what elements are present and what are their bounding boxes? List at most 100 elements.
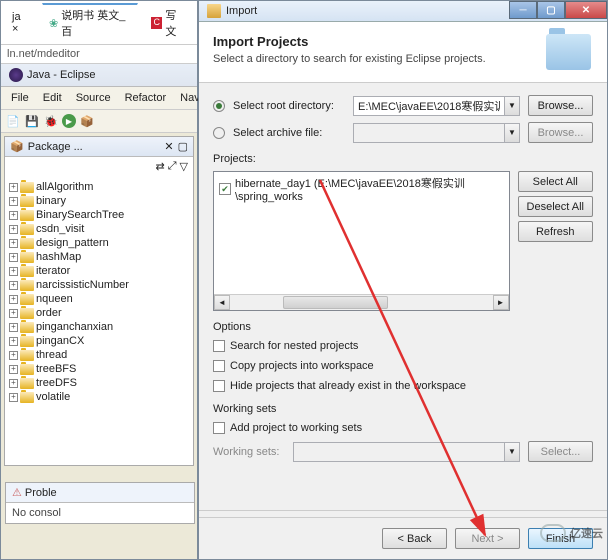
expand-icon[interactable]: + xyxy=(9,225,18,234)
expand-icon[interactable]: + xyxy=(9,393,18,402)
opt-hide-checkbox[interactable] xyxy=(213,380,225,392)
archive-radio[interactable] xyxy=(213,127,225,139)
menu-edit[interactable]: Edit xyxy=(37,90,68,106)
scroll-left-icon[interactable]: ◄ xyxy=(214,295,230,310)
tree-item[interactable]: + iterator xyxy=(7,264,191,278)
projects-list[interactable]: ✔ hibernate_day1 (E:\MEC\javaEE\2018寒假实训… xyxy=(213,171,510,311)
opt-nested-checkbox[interactable] xyxy=(213,340,225,352)
root-dir-radio[interactable] xyxy=(213,100,225,112)
browser-tab[interactable]: ja × xyxy=(5,3,36,42)
folder-icon xyxy=(20,266,34,277)
menu-source[interactable]: Source xyxy=(70,90,117,106)
run-icon[interactable]: ▶ xyxy=(62,114,76,128)
eclipse-titlebar: Java - Eclipse xyxy=(1,64,197,87)
chevron-down-icon[interactable]: ▼ xyxy=(504,123,520,143)
expand-icon[interactable]: + xyxy=(9,337,18,346)
browser-tab[interactable]: ❀说明书 英文_百 xyxy=(42,3,138,42)
problems-tab[interactable]: Proble xyxy=(25,487,57,499)
opt-copy-checkbox[interactable] xyxy=(213,360,225,372)
address-bar[interactable]: ln.net/mdeditor xyxy=(1,45,197,64)
expand-icon[interactable]: + xyxy=(9,253,18,262)
browse-root-button[interactable]: Browse... xyxy=(528,95,593,116)
h-scrollbar[interactable]: ◄ ► xyxy=(214,294,509,310)
expand-icon[interactable]: + xyxy=(9,365,18,374)
tree-item[interactable]: +csdn_visit xyxy=(7,222,191,236)
archive-combo[interactable]: ▼ xyxy=(353,123,520,143)
next-button: Next > xyxy=(455,528,520,549)
tree-item[interactable]: + design_pattern xyxy=(7,236,191,250)
expand-icon[interactable]: + xyxy=(9,183,18,192)
new-icon[interactable]: 📄 xyxy=(5,113,21,129)
tree-item[interactable]: +BinarySearchTree xyxy=(7,208,191,222)
expand-icon[interactable]: + xyxy=(9,211,18,220)
menu-bar: File Edit Source Refactor Navigat xyxy=(1,87,197,110)
console-text: No consol xyxy=(6,503,194,523)
ext-icon[interactable]: 📦 xyxy=(79,113,95,129)
workingsets-label: Working sets xyxy=(213,403,593,415)
expand-icon[interactable]: + xyxy=(9,281,18,290)
opt-hide-label: Hide projects that already exist in the … xyxy=(230,380,466,392)
scroll-right-icon[interactable]: ► xyxy=(493,295,509,310)
expand-icon[interactable]: + xyxy=(9,295,18,304)
select-all-button[interactable]: Select All xyxy=(518,171,593,192)
folder-icon xyxy=(20,308,34,319)
project-checkbox[interactable]: ✔ xyxy=(219,183,231,195)
debug-icon[interactable]: 🐞 xyxy=(43,113,59,129)
tree-item[interactable]: +allAlgorithm xyxy=(7,180,191,194)
menu-refactor[interactable]: Refactor xyxy=(119,90,173,106)
browser-tab[interactable]: C写文 xyxy=(144,3,193,42)
ws-add-checkbox[interactable] xyxy=(213,422,225,434)
tree-item[interactable]: +nqueen xyxy=(7,292,191,306)
tree-item[interactable]: + thread xyxy=(7,348,191,362)
root-dir-input[interactable] xyxy=(353,96,504,116)
tree-item[interactable]: +treeDFS xyxy=(7,376,191,390)
tree-item-label: thread xyxy=(36,349,67,361)
tree-item[interactable]: +narcissisticNumber xyxy=(7,278,191,292)
refresh-button[interactable]: Refresh xyxy=(518,221,593,242)
expand-icon[interactable]: + xyxy=(9,309,18,318)
back-button[interactable]: < Back xyxy=(382,528,447,549)
folder-icon xyxy=(20,210,34,221)
expand-icon[interactable]: + xyxy=(9,267,18,276)
expand-icon[interactable]: + xyxy=(9,197,18,206)
tree-item-label: design_pattern xyxy=(36,237,109,249)
minimize-button[interactable]: ─ xyxy=(509,1,537,19)
tree-item[interactable]: +order xyxy=(7,306,191,320)
eclipse-icon xyxy=(9,68,23,82)
root-dir-label: Select root directory: xyxy=(233,100,345,112)
ws-add-label: Add project to working sets xyxy=(230,422,362,434)
deselect-all-button[interactable]: Deselect All xyxy=(518,196,593,217)
menu-icon[interactable]: ▽ xyxy=(180,160,188,173)
folder-icon xyxy=(20,336,34,347)
problems-pane: ⚠Proble No consol xyxy=(5,482,195,524)
scroll-thumb[interactable] xyxy=(283,296,388,309)
close-button[interactable]: ✕ xyxy=(565,1,607,19)
tree-item[interactable]: +binary xyxy=(7,194,191,208)
save-icon[interactable]: 💾 xyxy=(24,113,40,129)
dialog-title: Import xyxy=(226,5,257,17)
folder-icon xyxy=(20,182,34,193)
expand-icon[interactable]: + xyxy=(9,351,18,360)
tree-item[interactable]: +pinganCX xyxy=(7,334,191,348)
eclipse-window: ja × ❀说明书 英文_百 C写文 ln.net/mdeditor Java … xyxy=(0,0,198,560)
tree-item-label: iterator xyxy=(36,265,70,277)
toolbar: 📄 💾 🐞 ▶ 📦 xyxy=(1,110,197,133)
collapse-icon[interactable]: ⇄ xyxy=(156,160,165,173)
tree-item[interactable]: +hashMap xyxy=(7,250,191,264)
tree-item[interactable]: +volatile xyxy=(7,390,191,404)
tree-item[interactable]: +pinganchanxian xyxy=(7,320,191,334)
root-dir-combo[interactable]: ▼ xyxy=(353,96,520,116)
package-tab-label[interactable]: Package ... xyxy=(28,141,83,153)
archive-input[interactable] xyxy=(353,123,504,143)
tree-item[interactable]: +treeBFS xyxy=(7,362,191,376)
link-icon[interactable]: ⤢ xyxy=(168,160,177,173)
project-item[interactable]: ✔ hibernate_day1 (E:\MEC\javaEE\2018寒假实训… xyxy=(214,172,509,206)
folder-icon xyxy=(20,364,34,375)
ws-combo: ▼ xyxy=(293,442,520,462)
chevron-down-icon[interactable]: ▼ xyxy=(504,96,520,116)
expand-icon[interactable]: + xyxy=(9,323,18,332)
expand-icon[interactable]: + xyxy=(9,379,18,388)
maximize-button[interactable]: ▢ xyxy=(537,1,565,19)
expand-icon[interactable]: + xyxy=(9,239,18,248)
menu-file[interactable]: File xyxy=(5,90,35,106)
